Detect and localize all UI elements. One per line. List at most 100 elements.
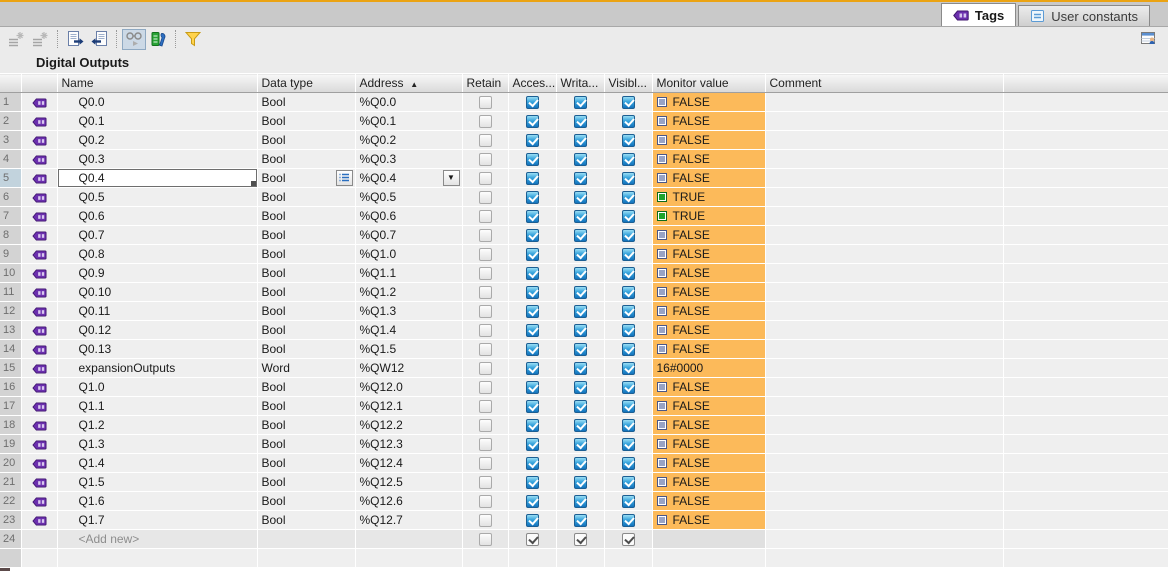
export-button[interactable] [63, 29, 87, 50]
address-cell[interactable]: %QW12 [355, 358, 463, 378]
retain-settings-button[interactable] [146, 29, 170, 50]
row-number-cell[interactable]: 21 [0, 472, 22, 492]
writable-checkbox[interactable] [573, 380, 587, 394]
name-cell[interactable]: Q0.1 [57, 111, 258, 131]
name-cell[interactable]: Q0.7 [57, 225, 258, 245]
accessible-checkbox[interactable] [525, 304, 539, 318]
header-visible[interactable]: Visibl... [603, 73, 653, 93]
address-cell[interactable]: %Q1.5 [355, 339, 463, 359]
accessible-checkbox[interactable] [525, 456, 539, 470]
retain-checkbox[interactable] [478, 95, 492, 109]
visible-checkbox[interactable] [621, 152, 635, 166]
writable-checkbox[interactable] [573, 532, 587, 546]
writable-checkbox[interactable] [573, 361, 587, 375]
name-edit-field[interactable]: Q0.4 [57, 169, 256, 187]
data-type-cell[interactable]: Word [257, 358, 356, 378]
address-cell[interactable]: %Q12.3 [355, 434, 463, 454]
writable-checkbox[interactable] [573, 399, 587, 413]
comment-cell[interactable] [765, 396, 1004, 416]
row-number-cell[interactable]: 2 [0, 111, 22, 131]
row-number-cell[interactable]: 22 [0, 491, 22, 511]
retain-checkbox[interactable] [478, 494, 492, 508]
filter-button[interactable] [181, 29, 205, 50]
name-cell[interactable]: <Add new> [57, 529, 258, 549]
row-number-cell[interactable]: 18 [0, 415, 22, 435]
address-cell[interactable]: %Q12.1 [355, 396, 463, 416]
visible-checkbox[interactable] [621, 494, 635, 508]
retain-checkbox[interactable] [478, 285, 492, 299]
data-type-cell[interactable]: Bool [257, 472, 356, 492]
retain-checkbox[interactable] [478, 171, 492, 185]
data-type-cell[interactable]: Bool [257, 320, 356, 340]
accessible-checkbox[interactable] [525, 133, 539, 147]
row-number-cell[interactable]: 8 [0, 225, 22, 245]
row-number-cell[interactable]: 17 [0, 396, 22, 416]
name-cell[interactable]: Q0.3 [57, 149, 258, 169]
comment-cell[interactable] [765, 320, 1004, 340]
retain-checkbox[interactable] [478, 323, 492, 337]
comment-cell[interactable] [765, 225, 1004, 245]
accessible-checkbox[interactable] [525, 190, 539, 204]
visible-checkbox[interactable] [621, 399, 635, 413]
header-name[interactable]: Name [56, 73, 258, 93]
accessible-checkbox[interactable] [525, 114, 539, 128]
visible-checkbox[interactable] [621, 190, 635, 204]
row-number-cell[interactable]: 19 [0, 434, 22, 454]
comment-cell[interactable] [765, 358, 1004, 378]
writable-checkbox[interactable] [573, 456, 587, 470]
accessible-checkbox[interactable] [525, 152, 539, 166]
name-cell[interactable]: Q0.6 [57, 206, 258, 226]
accessible-checkbox[interactable] [525, 342, 539, 356]
data-type-cell[interactable]: Bool [257, 263, 356, 283]
data-type-list-button[interactable] [335, 170, 353, 186]
import-button[interactable] [87, 29, 111, 50]
name-cell[interactable]: Q0.9 [57, 263, 258, 283]
retain-checkbox[interactable] [478, 513, 492, 527]
accessible-checkbox[interactable] [525, 361, 539, 375]
accessible-checkbox[interactable] [525, 171, 539, 185]
name-cell[interactable]: Q0.10 [57, 282, 258, 302]
address-cell[interactable]: %Q1.3 [355, 301, 463, 321]
row-number-cell[interactable]: 7 [0, 206, 22, 226]
address-cell[interactable]: %Q0.4 ▼ [355, 168, 463, 188]
retain-checkbox[interactable] [478, 418, 492, 432]
address-cell[interactable]: %Q0.7 [355, 225, 463, 245]
address-cell[interactable]: %Q1.0 [355, 244, 463, 264]
accessible-checkbox[interactable] [525, 228, 539, 242]
data-type-cell[interactable]: Bool [257, 396, 356, 416]
row-number-cell[interactable]: 12 [0, 301, 22, 321]
writable-checkbox[interactable] [573, 323, 587, 337]
header-data-type[interactable]: Data type [256, 73, 356, 93]
visible-checkbox[interactable] [621, 323, 635, 337]
writable-checkbox[interactable] [573, 247, 587, 261]
name-cell[interactable]: Q1.0 [57, 377, 258, 397]
name-cell[interactable]: Q1.4 [57, 453, 258, 473]
insert-row-button[interactable] [4, 29, 28, 50]
comment-cell[interactable] [765, 301, 1004, 321]
address-cell[interactable]: %Q1.2 [355, 282, 463, 302]
writable-checkbox[interactable] [573, 95, 587, 109]
address-cell[interactable]: %Q12.2 [355, 415, 463, 435]
writable-checkbox[interactable] [573, 304, 587, 318]
row-number-cell[interactable]: 4 [0, 149, 22, 169]
writable-checkbox[interactable] [573, 114, 587, 128]
comment-cell[interactable] [765, 339, 1004, 359]
writable-checkbox[interactable] [573, 266, 587, 280]
name-cell[interactable]: Q1.5 [57, 472, 258, 492]
name-cell[interactable]: Q0.4 [57, 168, 258, 188]
data-type-cell[interactable]: Bool [257, 206, 356, 226]
accessible-checkbox[interactable] [525, 532, 539, 546]
name-cell[interactable]: Q0.5 [57, 187, 258, 207]
comment-cell[interactable] [765, 206, 1004, 226]
comment-cell[interactable] [765, 111, 1004, 131]
accessible-checkbox[interactable] [525, 437, 539, 451]
row-number-cell[interactable]: 14 [0, 339, 22, 359]
comment-cell[interactable] [765, 130, 1004, 150]
visible-checkbox[interactable] [621, 285, 635, 299]
address-cell[interactable]: %Q0.3 [355, 149, 463, 169]
address-dropdown-button[interactable]: ▼ [442, 170, 460, 186]
data-type-cell[interactable]: Bool [257, 510, 356, 530]
visible-checkbox[interactable] [621, 209, 635, 223]
comment-cell[interactable] [765, 415, 1004, 435]
retain-checkbox[interactable] [478, 190, 492, 204]
